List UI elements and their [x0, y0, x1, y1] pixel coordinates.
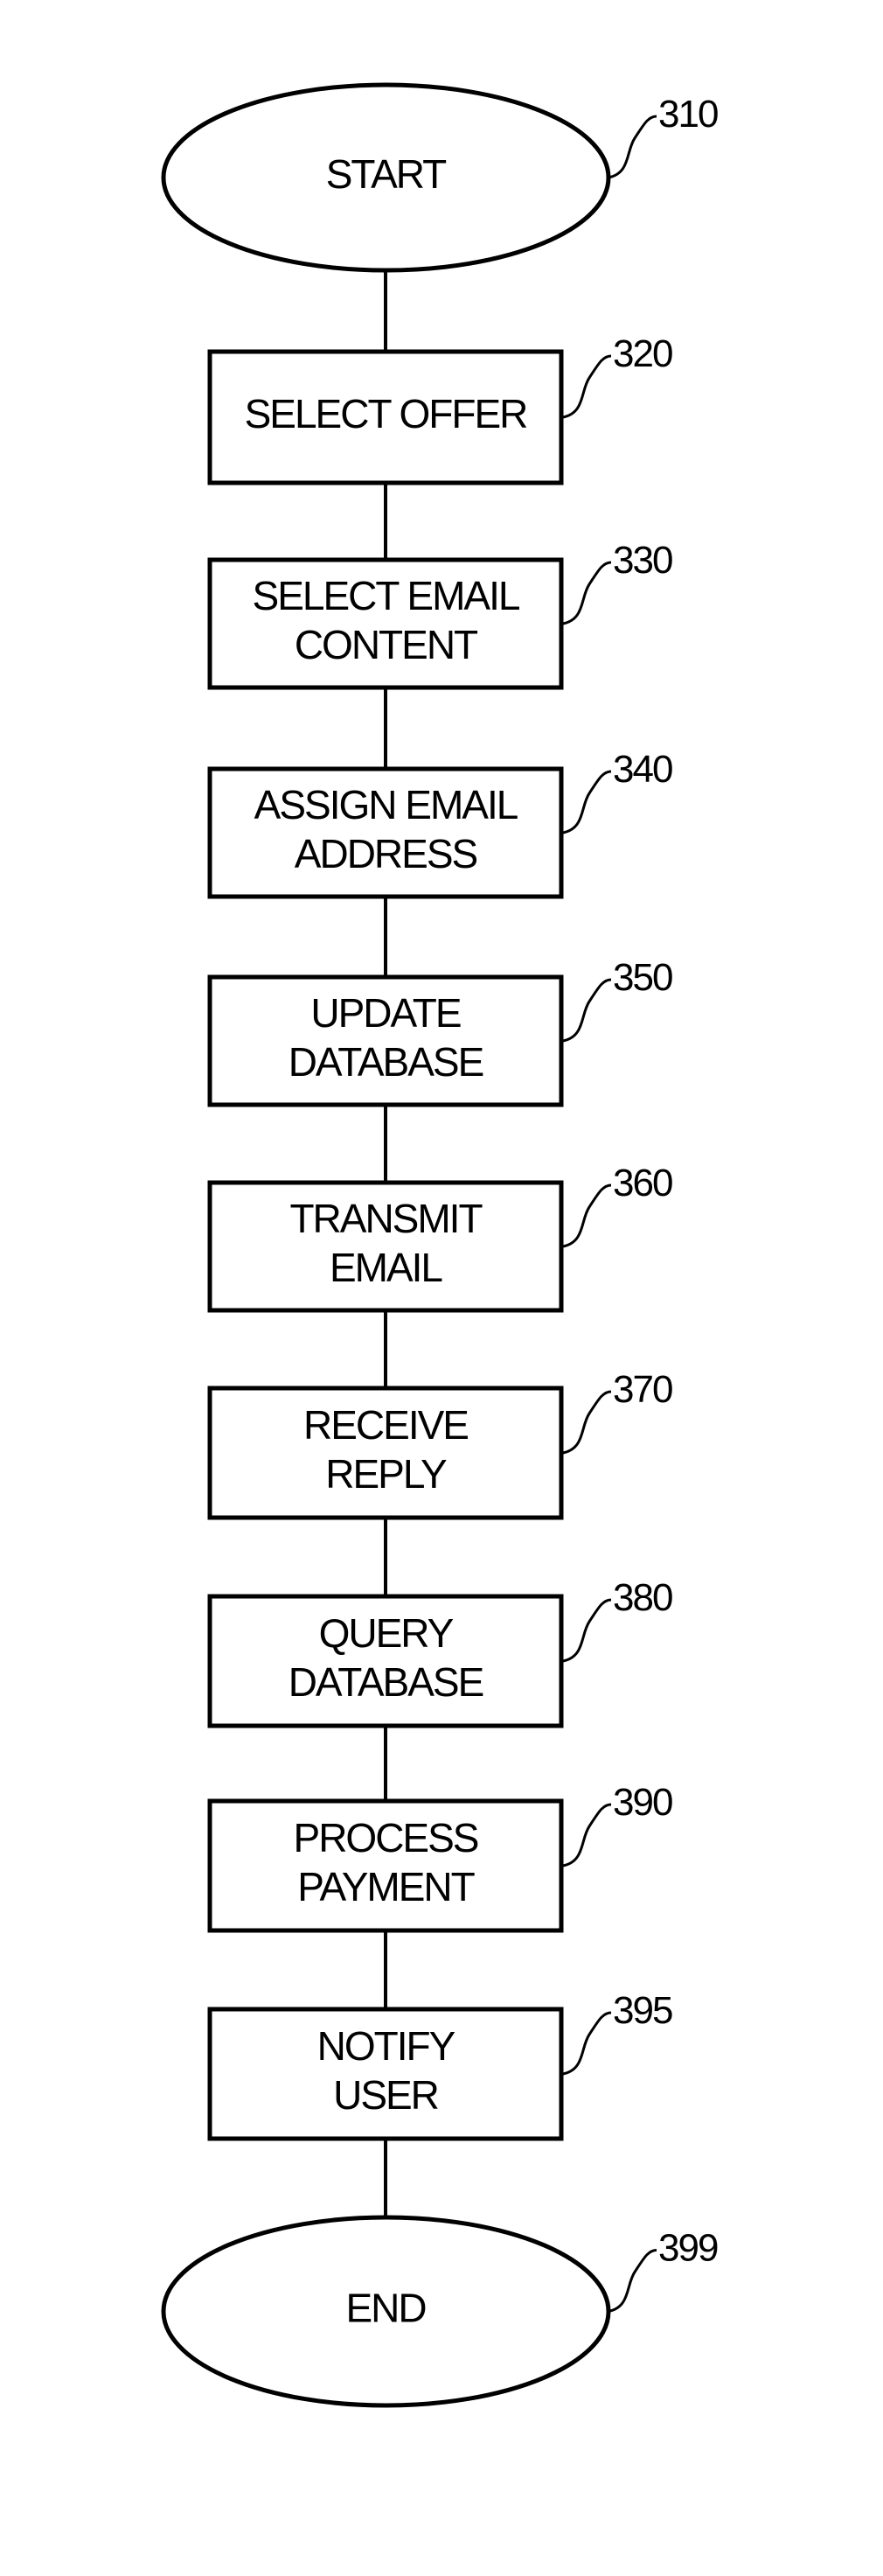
reference-numeral: 380	[613, 1576, 672, 1619]
node-label: UPDATE	[310, 990, 460, 1036]
node-label: SELECT EMAIL	[253, 573, 520, 618]
node-label: USER	[333, 2072, 439, 2118]
leader-line	[562, 2011, 612, 2076]
node-label: CONTENT	[295, 622, 478, 667]
leader-line	[562, 1390, 612, 1455]
node-label: TRANSMIT	[289, 1196, 483, 1241]
node-label: DATABASE	[289, 1039, 483, 1085]
node-label: QUERY	[319, 1610, 454, 1656]
node-label: PROCESS	[294, 1815, 478, 1860]
reference-numeral: 340	[613, 748, 672, 791]
node-label: DATABASE	[289, 1659, 483, 1705]
node-label: EMAIL	[330, 1245, 442, 1290]
leader-line	[562, 1803, 612, 1867]
leader-line	[562, 354, 612, 419]
node-label: NOTIFY	[317, 2023, 455, 2069]
reference-numeral: 360	[613, 1162, 672, 1204]
flowchart: START 310 SELECT OFFER 320 SELECT EMAILCONTE…	[161, 82, 720, 2408]
node-label: START	[326, 151, 447, 197]
node-label: ASSIGN EMAIL	[254, 782, 518, 827]
reference-numeral: 390	[613, 1781, 672, 1824]
reference-numeral: 399	[658, 2227, 718, 2270]
node-label: REPLY	[325, 1451, 447, 1497]
reference-numeral: 395	[613, 1989, 672, 2032]
reference-numeral: 330	[613, 539, 672, 582]
leader-line	[562, 978, 612, 1043]
reference-numeral: 350	[613, 956, 672, 999]
node-label: END	[345, 2286, 426, 2331]
reference-numeral: 370	[613, 1368, 672, 1411]
node-label: SELECT OFFER	[245, 391, 528, 436]
leader-line	[608, 2249, 657, 2313]
leader-line	[562, 561, 612, 625]
leader-line	[562, 1183, 612, 1248]
reference-numeral: 320	[613, 332, 672, 375]
leader-line	[608, 115, 657, 179]
leader-line	[562, 770, 612, 834]
node-label: ADDRESS	[295, 831, 477, 876]
reference-numeral: 310	[658, 93, 718, 136]
node-label: RECEIVE	[303, 1402, 468, 1448]
node-label: PAYMENT	[297, 1864, 475, 1909]
leader-line	[562, 1598, 612, 1663]
